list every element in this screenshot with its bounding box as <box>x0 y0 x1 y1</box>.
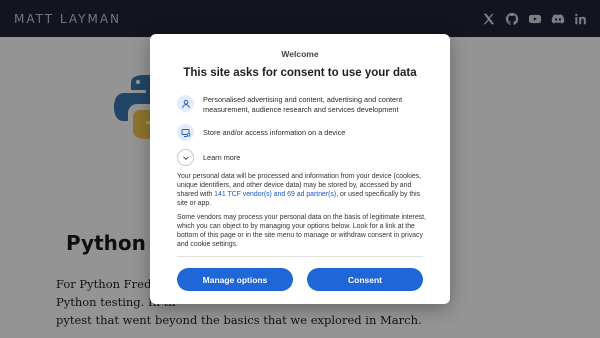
manage-options-button[interactable]: Manage options <box>177 268 293 291</box>
learn-more-toggle[interactable]: Learn more <box>177 149 427 166</box>
purpose-text: Personalised advertising and content, ad… <box>203 95 403 114</box>
divider <box>177 256 423 257</box>
vendors-link[interactable]: 141 TCF vendor(s) and 69 ad partner(s) <box>214 191 336 198</box>
person-icon <box>177 95 194 112</box>
consent-button[interactable]: Consent <box>307 268 423 291</box>
learn-more-label[interactable]: Learn more <box>203 153 240 163</box>
device-icon <box>177 124 194 141</box>
dialog-welcome: Welcome <box>281 49 319 59</box>
purpose-device-storage: Store and/or access information on a dev… <box>177 124 427 141</box>
dialog-title: This site asks for consent to use your d… <box>183 67 417 79</box>
chevron-down-icon[interactable] <box>177 149 194 166</box>
consent-description: Your personal data will be processed and… <box>177 172 427 256</box>
purpose-personalised-ads: Personalised advertising and content, ad… <box>177 95 427 114</box>
purpose-text: Store and/or access information on a dev… <box>203 128 346 137</box>
consent-paragraph: Your personal data will be processed and… <box>177 172 427 208</box>
consent-paragraph: Some vendors may process your personal d… <box>177 214 426 248</box>
consent-dialog: Welcome This site asks for consent to us… <box>150 34 450 304</box>
